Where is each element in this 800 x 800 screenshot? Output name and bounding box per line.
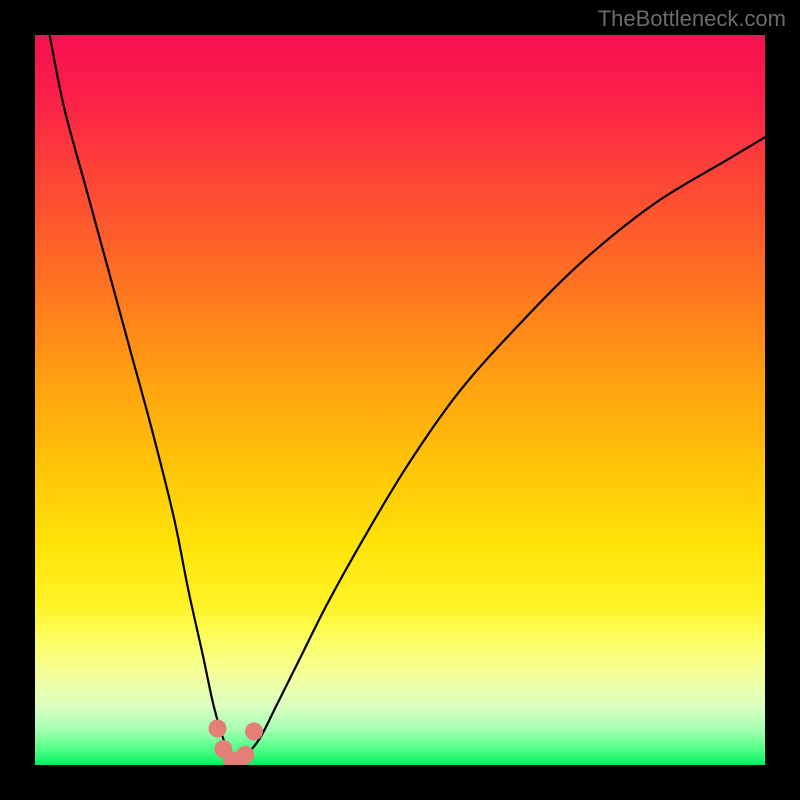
watermark-text: TheBottleneck.com: [598, 6, 786, 32]
chart-plot-background: [35, 35, 765, 765]
chart-frame: TheBottleneck.com: [0, 0, 800, 800]
